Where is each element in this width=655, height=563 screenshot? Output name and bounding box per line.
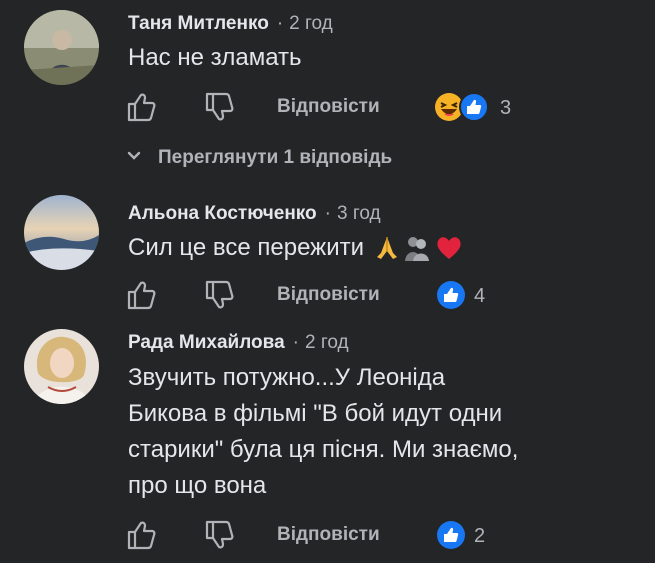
comment-text-line: старики" була ця пісня. Ми знаємо, (128, 436, 519, 463)
author-name[interactable]: Рада Михайлова (128, 332, 285, 353)
separator-dot: · (324, 203, 331, 224)
thumbs-down-icon[interactable] (202, 278, 236, 312)
like-icon (437, 521, 465, 549)
reply-button[interactable]: Відповісти (277, 95, 380, 119)
timestamp[interactable]: 3 год (337, 203, 381, 224)
avatar[interactable] (24, 329, 99, 404)
thumbs-down-icon[interactable] (202, 90, 236, 124)
like-icon (437, 281, 465, 309)
thumbs-up-icon[interactable] (124, 518, 158, 552)
comment-text-line: про що вона (128, 472, 267, 499)
thumbs-up-icon[interactable] (124, 90, 158, 124)
avatar[interactable] (24, 10, 99, 85)
comment-text: Сил це все пережити (128, 230, 463, 272)
view-replies-label: Переглянути 1 відповідь (158, 147, 393, 168)
haha-icon (435, 93, 463, 121)
comment-text: Нас не зламать (128, 44, 302, 71)
comment-actions: Відповісти 3 (124, 90, 544, 124)
author-name[interactable]: Таня Митленко (128, 13, 269, 34)
reaction-summary[interactable]: 4 (436, 280, 506, 310)
comment-text: Звучить потужно...У Леоніда Бикова в філ… (128, 360, 518, 504)
avatar[interactable] (24, 195, 99, 270)
comment-text-line: Звучить потужно...У Леоніда (128, 364, 446, 391)
reaction-count: 2 (474, 525, 486, 547)
timestamp[interactable]: 2 год (305, 332, 349, 353)
comment-text-body: Сил це все пережити (128, 234, 365, 261)
hugging-people-emoji (403, 235, 431, 272)
separator-dot: · (292, 332, 299, 353)
folded-hands-emoji (375, 235, 399, 272)
reaction-count: 3 (500, 97, 512, 119)
reply-button[interactable]: Відповісти (277, 283, 380, 307)
comment-header: Альона Костюченко · 3 год (128, 202, 381, 226)
comment-actions: Відповісти 4 (124, 278, 544, 312)
comment-header: Таня Митленко · 2 год (128, 12, 333, 36)
separator-dot: · (276, 13, 284, 34)
comment-actions: Відповісти 2 (124, 518, 544, 552)
comment-text-line: Бикова в фільмі "В бой идут одни (128, 400, 503, 427)
thumbs-up-icon[interactable] (124, 278, 158, 312)
reply-button[interactable]: Відповісти (277, 523, 380, 547)
red-heart-emoji (435, 235, 463, 272)
reaction-summary[interactable]: 2 (436, 520, 506, 550)
chevron-down-icon (124, 146, 144, 166)
like-icon (459, 92, 489, 122)
view-replies-link[interactable]: Переглянути 1 відповідь (124, 146, 392, 172)
reaction-summary[interactable]: 3 (434, 92, 524, 122)
thumbs-down-icon[interactable] (202, 518, 236, 552)
author-name[interactable]: Альона Костюченко (128, 203, 317, 224)
comment-header: Рада Михайлова · 2 год (128, 331, 349, 355)
reaction-count: 4 (474, 285, 486, 307)
timestamp[interactable]: 2 год (289, 13, 333, 34)
